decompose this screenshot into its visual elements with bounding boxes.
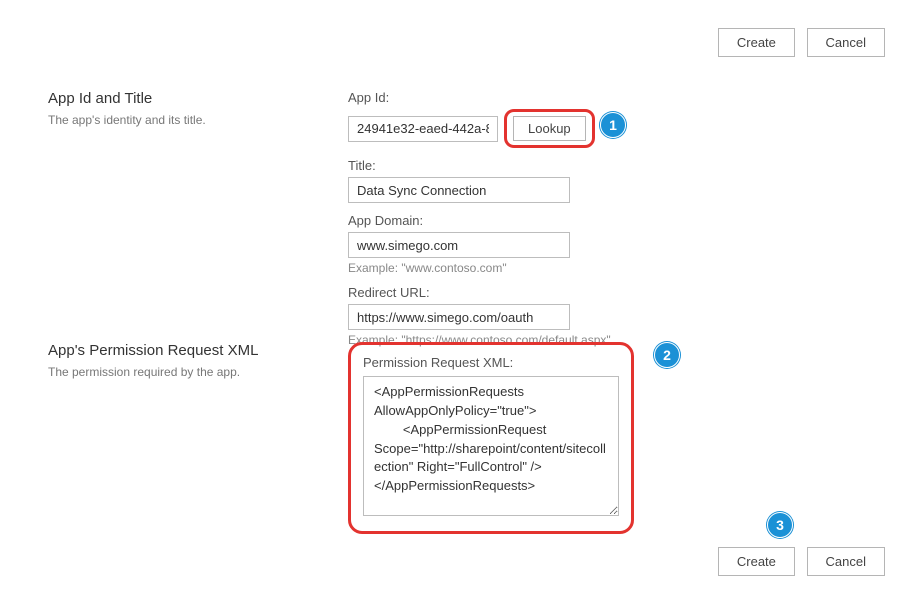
title-input[interactable]	[348, 177, 570, 203]
section1-title: App Id and Title	[48, 90, 348, 107]
permission-highlight: Permission Request XML:	[348, 342, 634, 534]
section2-title: App's Permission Request XML	[48, 342, 348, 359]
title-label: Title:	[348, 158, 611, 173]
redirect-label: Redirect URL:	[348, 285, 611, 300]
lookup-button[interactable]: Lookup	[513, 116, 586, 141]
annotation-badge-2: 2	[654, 342, 680, 368]
top-button-row: Create Cancel	[710, 28, 885, 57]
domain-label: App Domain:	[348, 213, 611, 228]
permission-label: Permission Request XML:	[363, 355, 619, 370]
cancel-button-top[interactable]: Cancel	[807, 28, 885, 57]
appid-row: Lookup	[348, 109, 611, 148]
create-button-bottom[interactable]: Create	[718, 547, 795, 576]
annotation-badge-3: 3	[767, 512, 793, 538]
section-permission-xml: App's Permission Request XML The permiss…	[0, 342, 634, 534]
appid-input[interactable]	[348, 116, 498, 142]
redirect-input[interactable]	[348, 304, 570, 330]
section1-desc: The app's identity and its title.	[48, 113, 348, 127]
lookup-highlight: Lookup	[504, 109, 595, 148]
annotation-badge-1: 1	[600, 112, 626, 138]
bottom-button-row: Create Cancel	[710, 547, 885, 576]
create-button-top[interactable]: Create	[718, 28, 795, 57]
cancel-button-bottom[interactable]: Cancel	[807, 547, 885, 576]
domain-example: Example: "www.contoso.com"	[348, 261, 611, 275]
section2-heading: App's Permission Request XML The permiss…	[48, 342, 348, 534]
section1-body: App Id: Lookup Title: App Domain: Exampl…	[348, 90, 611, 347]
appid-label: App Id:	[348, 90, 611, 105]
section1-heading: App Id and Title The app's identity and …	[48, 90, 348, 347]
domain-input[interactable]	[348, 232, 570, 258]
permission-textarea[interactable]	[363, 376, 619, 516]
section-appid-title: App Id and Title The app's identity and …	[0, 90, 611, 347]
section2-desc: The permission required by the app.	[48, 365, 348, 379]
section2-body: Permission Request XML:	[348, 342, 634, 534]
